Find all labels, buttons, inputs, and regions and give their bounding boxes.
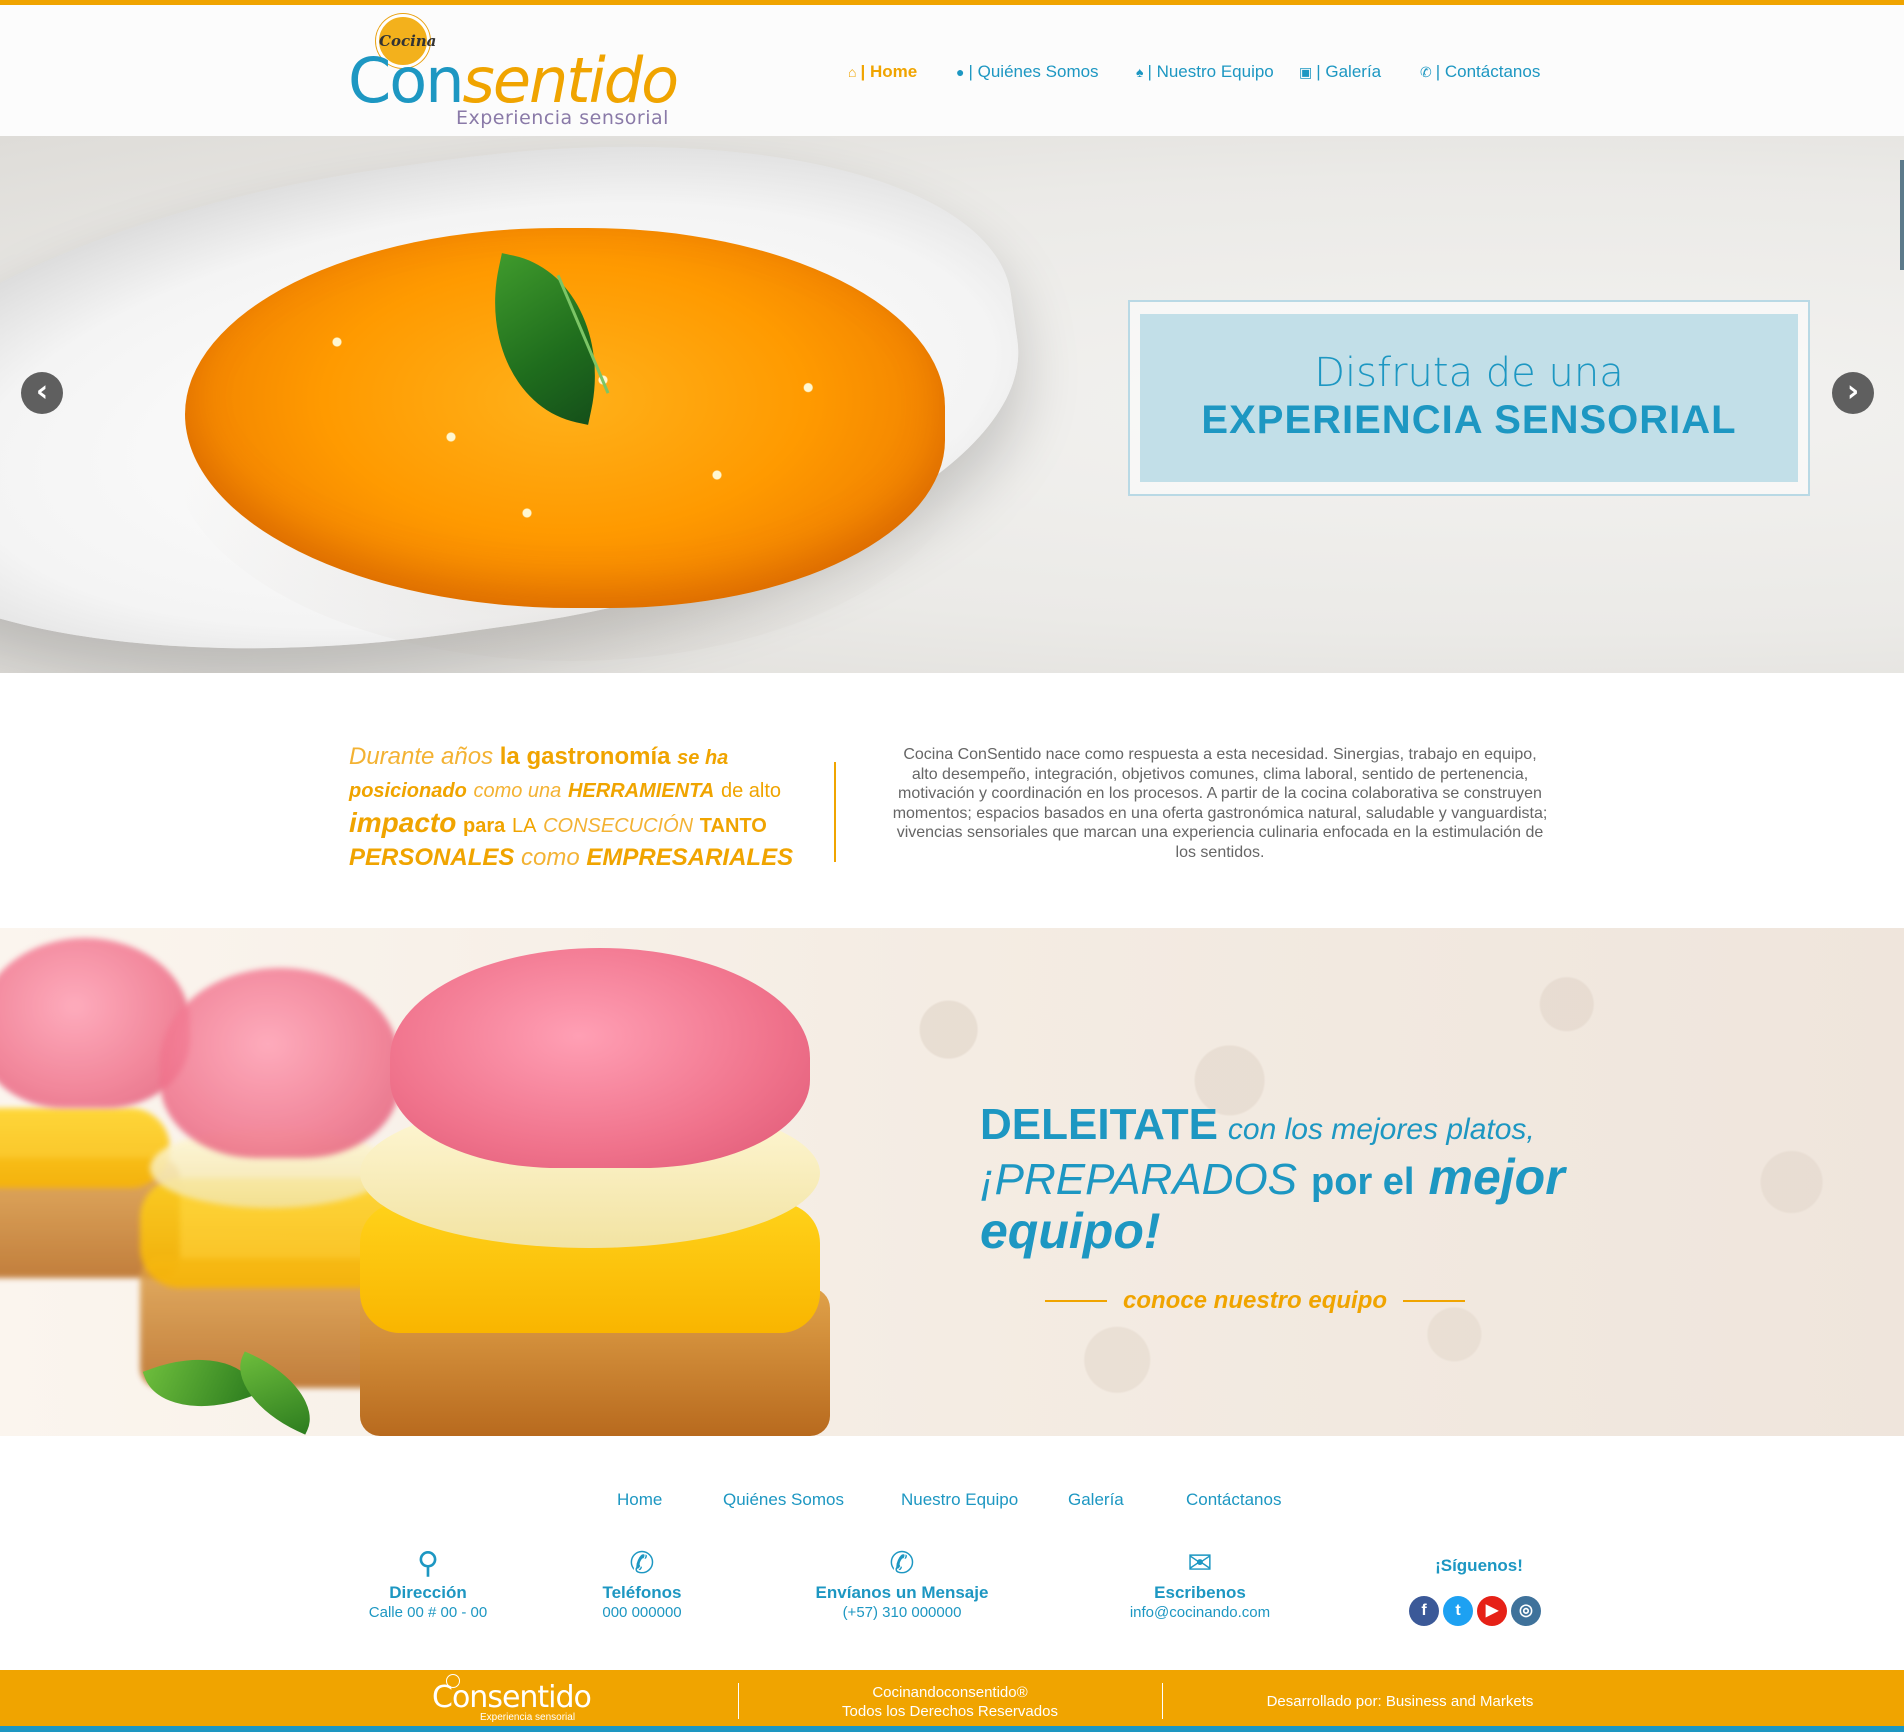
slider-next-arrow[interactable]: › (1832, 372, 1874, 414)
intro-word: EMPRESARIALES (586, 844, 794, 871)
contact-value: 000 000000 (602, 1604, 682, 1621)
nav-home-label: | Home (860, 62, 918, 81)
nav-nuestro-equipo-label: | Nuestro Equipo (1147, 62, 1274, 81)
copyright-line1: Cocinandoconsentido® (872, 1684, 1028, 1701)
intro-body-text: Cocina ConSentido nace como respuesta a … (892, 746, 1548, 861)
intro-word: posicionado (349, 780, 467, 802)
intro-word: de alto (720, 780, 782, 802)
slider-prev-arrow[interactable]: ‹ (21, 372, 63, 414)
intro-word: como (521, 844, 580, 871)
dessert-back-mango (0, 1108, 170, 1188)
footer-nav-home[interactable]: Home (617, 1490, 662, 1510)
contact-title: Teléfonos (602, 1583, 682, 1602)
hero-caption-line2: EXPERIENCIA SENSORIAL (1201, 398, 1737, 442)
image-icon: ▣ (1299, 63, 1313, 80)
intro-word: la gastronomía (499, 743, 671, 770)
chef-hat-icon: ♠ (1136, 64, 1144, 80)
nav-galeria[interactable]: ▣ | Galería (1299, 58, 1381, 86)
intro-word: como una (473, 780, 562, 802)
promo-headline: DELEITATE con los mejores platos, ¡PREPAR… (980, 1100, 1600, 1256)
dessert-front-foam (390, 948, 810, 1168)
nav-galeria-label: | Galería (1316, 62, 1382, 81)
promo-banner (0, 928, 1904, 1436)
location-pin-icon: ⚲ (417, 1547, 439, 1580)
social-title: ¡Síguenos! (1435, 1556, 1523, 1575)
footer-nav-galeria[interactable]: Galería (1068, 1490, 1124, 1510)
nav-quienes-somos-label: | Quiénes Somos (968, 62, 1099, 81)
nav-nuestro-equipo[interactable]: ♠ | Nuestro Equipo (1136, 58, 1274, 86)
footer-developer: Desarrollado por: Business and Markets (1266, 1693, 1534, 1710)
intro-headline: Durante años la gastronomía se ha posici… (349, 741, 809, 873)
page-scrollbar[interactable] (1900, 160, 1904, 270)
intro-divider (834, 762, 836, 862)
footer-nav-contactanos[interactable]: Contáctanos (1186, 1490, 1281, 1510)
instagram-icon[interactable]: ◎ (1511, 1596, 1541, 1626)
promo-word-platos: con los mejores platos, (1227, 1113, 1535, 1146)
nav-contactanos[interactable]: ✆ | Contáctanos (1420, 58, 1540, 86)
footer-bottom-line (0, 1726, 1904, 1732)
site-header (0, 5, 1904, 136)
twitter-icon[interactable]: t (1443, 1596, 1473, 1626)
contact-value: Calle 00 # 00 - 00 (368, 1604, 488, 1621)
contact-email-value[interactable]: info@cocinando.com (1090, 1604, 1310, 1621)
footer-separator (738, 1683, 739, 1719)
intro-word: impacto (349, 807, 457, 838)
phone-icon: ✆ (629, 1547, 655, 1580)
home-icon: ⌂ (848, 64, 857, 80)
nav-quienes-somos[interactable]: ● | Quiénes Somos (956, 58, 1099, 86)
intro-word: HERRAMIENTA (567, 780, 715, 802)
intro-word: Durante años (349, 743, 494, 770)
logo-word-con: Con (348, 44, 465, 117)
dessert-mid-foam (160, 968, 400, 1158)
copyright-line2: Todos los Derechos Reservados (842, 1703, 1058, 1720)
footer-nav-nuestro-equipo[interactable]: Nuestro Equipo (901, 1490, 1018, 1510)
hero-caption-box: Disfruta de una EXPERIENCIA SENSORIAL (1128, 300, 1810, 496)
intro-word: PERSONALES (349, 844, 515, 871)
contact-value: (+57) 310 000000 (842, 1604, 962, 1621)
intro-word: LA (511, 815, 537, 837)
whatsapp-icon: ✆ (889, 1547, 915, 1580)
contact-mensaje[interactable]: ✆ Envíanos un Mensaje (+57) 310 000000 (792, 1547, 1012, 1621)
contact-title: Escribenos (1154, 1583, 1246, 1602)
footer-nav-quienes-somos[interactable]: Quiénes Somos (723, 1490, 844, 1510)
contact-title: Dirección (389, 1583, 467, 1602)
intro-word: para (463, 815, 506, 837)
phone-icon: ✆ (1420, 63, 1432, 80)
logo-tagline: Experiencia sensorial (456, 107, 669, 129)
group-icon: ● (956, 64, 965, 80)
promo-word-preparados: ¡PREPARADOS (980, 1155, 1298, 1204)
conoce-equipo-link[interactable]: conoce nuestro equipo (1034, 1286, 1476, 1316)
hero-caption-line1: Disfruta de una (1314, 350, 1624, 396)
footer-logo-tagline: Experiencia sensorial (480, 1712, 576, 1723)
footer-separator (1162, 1683, 1163, 1719)
hero-caption-inner: Disfruta de una EXPERIENCIA SENSORIAL (1140, 314, 1798, 482)
promo-word-por-el: por el (1311, 1161, 1415, 1203)
contact-title: Envíanos un Mensaje (815, 1583, 989, 1602)
envelope-icon: ✉ (1187, 1547, 1213, 1580)
promo-word-mejor: mejor (1428, 1149, 1565, 1205)
conoce-equipo-label: conoce nuestro equipo (1122, 1287, 1388, 1314)
logo-wordmark: Consentido (348, 48, 679, 114)
nav-home[interactable]: ⌂ | Home (848, 58, 917, 86)
link-rule-right (1403, 1300, 1466, 1302)
nav-contactanos-label: | Contáctanos (1435, 62, 1541, 81)
youtube-icon[interactable]: ▶ (1477, 1596, 1507, 1626)
contact-email[interactable]: ✉ Escribenos info@cocinando.com (1090, 1547, 1310, 1621)
footer-logo-word: Consentido (432, 1680, 592, 1715)
contact-telefonos: ✆ Teléfonos 000 000000 (552, 1547, 732, 1621)
brand-logo[interactable]: Cocina Consentido Experiencia sensorial (348, 10, 679, 129)
promo-word-deleitate: DELEITATE (980, 1100, 1218, 1149)
intro-word: TANTO (699, 815, 767, 837)
promo-word-equipo: equipo! (980, 1203, 1161, 1259)
facebook-icon[interactable]: f (1409, 1596, 1439, 1626)
intro-word: CONSECUCIÓN (543, 815, 694, 837)
link-rule-left (1044, 1300, 1107, 1302)
footer-copyright: Cocinandoconsentido® Todos los Derechos … (800, 1683, 1100, 1721)
footer-logo[interactable]: Consentido Experiencia sensorial (432, 1672, 592, 1724)
intro-word: se ha (677, 747, 729, 769)
contact-direccion: ⚲ Dirección Calle 00 # 00 - 00 (338, 1547, 518, 1621)
